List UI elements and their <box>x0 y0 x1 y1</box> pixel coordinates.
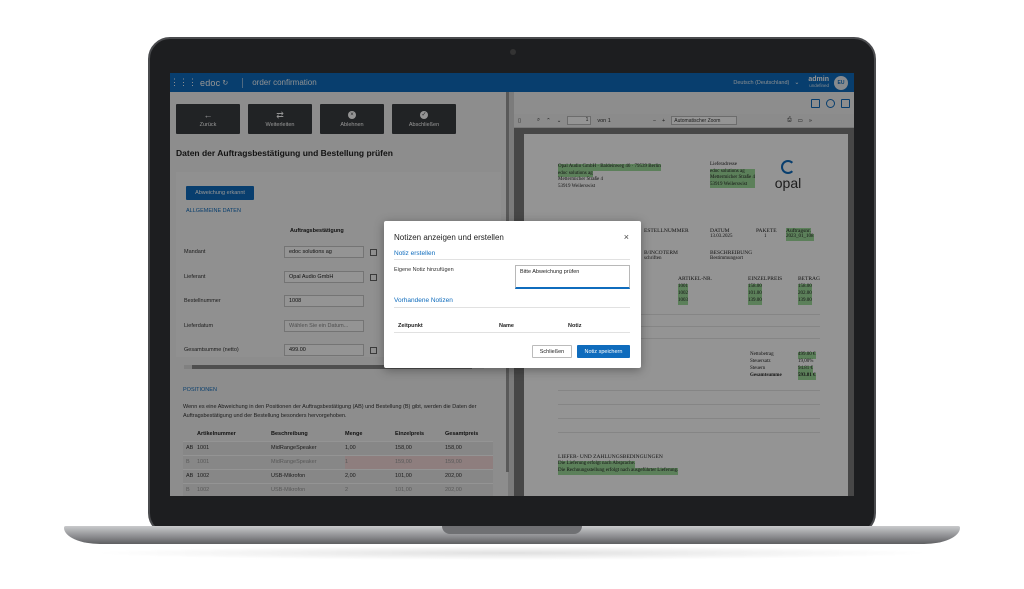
notes-col-time: Zeitpunkt <box>398 323 423 329</box>
laptop-notch <box>442 526 582 534</box>
note-field-label: Eigene Notiz hinzufügen <box>394 267 454 273</box>
divider <box>394 332 630 333</box>
app-screen: ⋮⋮⋮ edoc ↻ order confirmation Deutsch (D… <box>170 73 854 496</box>
laptop-mockup: ⋮⋮⋮ edoc ↻ order confirmation Deutsch (D… <box>0 0 1024 589</box>
divider <box>394 259 630 260</box>
laptop-shadow <box>90 546 934 560</box>
create-note-section: Notiz erstellen <box>394 250 436 257</box>
camera-dot <box>510 49 516 55</box>
dialog-title: Notizen anzeigen und erstellen <box>394 233 504 242</box>
close-button[interactable]: Schließen <box>532 345 572 358</box>
note-textarea[interactable]: Bitte Abweichung prüfen <box>515 265 630 289</box>
close-icon[interactable]: × <box>624 232 629 242</box>
existing-notes-section: Vorhandene Notizen <box>394 297 453 304</box>
divider <box>394 307 630 308</box>
save-note-button[interactable]: Notiz speichern <box>577 345 630 358</box>
notes-col-name: Name <box>499 323 514 329</box>
notes-col-note: Notiz <box>568 323 582 329</box>
notes-dialog: Notizen anzeigen und erstellen × Notiz e… <box>384 221 641 368</box>
